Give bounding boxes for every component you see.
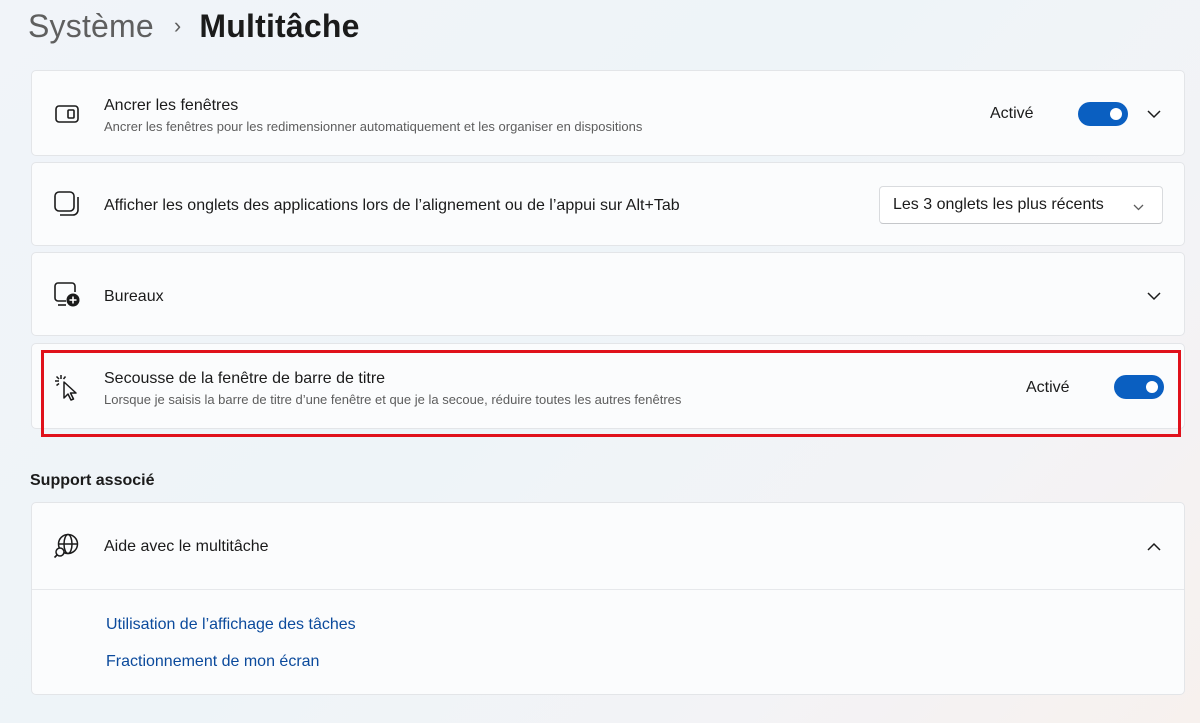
setting-title: Bureaux bbox=[104, 288, 164, 305]
snap-toggle[interactable] bbox=[1078, 102, 1128, 126]
setting-title: Ancrer les fenêtres bbox=[104, 97, 239, 114]
toggle-state-label: Activé bbox=[1026, 379, 1070, 396]
setting-title-bar-shake[interactable]: Secousse de la fenêtre de barre de titre… bbox=[31, 343, 1185, 429]
setting-description: Lorsque je saisis la barre de titre d’un… bbox=[104, 392, 682, 407]
breadcrumb: Système › Multitâche bbox=[28, 4, 360, 48]
stacked-windows-icon bbox=[52, 189, 82, 219]
chevron-down-icon[interactable] bbox=[1146, 106, 1162, 122]
add-desktop-icon bbox=[52, 280, 82, 310]
toggle-knob bbox=[1110, 108, 1122, 120]
chevron-down-icon bbox=[1130, 199, 1146, 215]
chevron-up-icon[interactable] bbox=[1146, 538, 1162, 554]
setting-desktops-text: Bureaux bbox=[104, 287, 164, 307]
cursor-shake-icon bbox=[52, 372, 82, 402]
setting-shake-text: Secousse de la fenêtre de barre de titre… bbox=[104, 369, 681, 409]
help-multitasking-card: Aide avec le multitâche Utilisation de l… bbox=[31, 502, 1185, 695]
setting-desktops[interactable]: Bureaux bbox=[31, 252, 1185, 336]
setting-description: Ancrer les fenêtres pour les redimension… bbox=[104, 119, 643, 134]
snap-window-icon bbox=[52, 99, 82, 129]
shake-toggle[interactable] bbox=[1114, 375, 1164, 399]
help-title-text: Aide avec le multitâche bbox=[104, 537, 269, 557]
section-heading: Support associé bbox=[30, 472, 155, 489]
chevron-down-icon[interactable] bbox=[1146, 288, 1162, 304]
setting-show-tabs: Afficher les onglets des applications lo… bbox=[31, 162, 1185, 246]
setting-snap-windows[interactable]: Ancrer les fenêtres Ancrer les fenêtres … bbox=[31, 70, 1185, 156]
help-expander[interactable]: Aide avec le multitâche bbox=[32, 503, 1184, 589]
globe-search-icon bbox=[52, 531, 82, 561]
help-link-task-view[interactable]: Utilisation de l’affichage des tâches bbox=[106, 616, 356, 634]
setting-snap-text: Ancrer les fenêtres Ancrer les fenêtres … bbox=[104, 96, 642, 136]
setting-tabs-text: Afficher les onglets des applications lo… bbox=[104, 196, 680, 216]
select-value: Les 3 onglets les plus récents bbox=[893, 196, 1104, 213]
toggle-state-label: Activé bbox=[990, 105, 1034, 122]
breadcrumb-parent[interactable]: Système bbox=[28, 8, 154, 45]
page-title: Multitâche bbox=[199, 7, 360, 44]
help-link-split-screen[interactable]: Fractionnement de mon écran bbox=[106, 653, 319, 671]
breadcrumb-separator: › bbox=[173, 13, 182, 38]
toggle-knob bbox=[1146, 381, 1158, 393]
help-title: Aide avec le multitâche bbox=[104, 538, 269, 555]
divider bbox=[32, 589, 1184, 590]
setting-title: Afficher les onglets des applications lo… bbox=[104, 197, 680, 214]
setting-title: Secousse de la fenêtre de barre de titre bbox=[104, 370, 386, 387]
tabs-count-select[interactable]: Les 3 onglets les plus récents bbox=[879, 186, 1163, 224]
